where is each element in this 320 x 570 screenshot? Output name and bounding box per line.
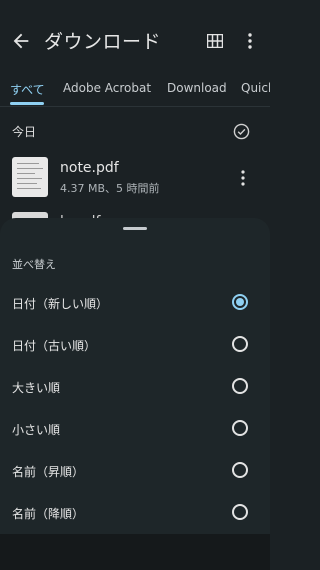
system-nav-bar bbox=[0, 534, 270, 570]
radio-unselected[interactable] bbox=[232, 378, 248, 394]
active-tab-indicator bbox=[10, 102, 44, 105]
sort-option-name-desc[interactable]: 名前（降順） bbox=[0, 493, 270, 533]
sort-option-label: 名前（昇順） bbox=[12, 465, 85, 479]
page-title: ダウンロード bbox=[44, 31, 162, 53]
sheet-title: 並べ替え bbox=[12, 258, 56, 271]
sort-option-date-newest[interactable]: 日付（新しい順） bbox=[0, 283, 270, 323]
radio-unselected[interactable] bbox=[232, 504, 248, 520]
file-meta: 4.37 MB、5 時間前 bbox=[60, 182, 160, 195]
category-tabs: すべて Adobe Acrobat Download Quick bbox=[0, 72, 270, 108]
downloads-screen: ダウンロード すべて Adobe Acrobat Download Quick … bbox=[0, 0, 270, 570]
radio-unselected[interactable] bbox=[232, 336, 248, 352]
sort-option-label: 日付（古い順） bbox=[12, 339, 97, 353]
app-bar: ダウンロード bbox=[0, 0, 270, 80]
radio-selected[interactable] bbox=[232, 294, 248, 310]
tab-adobe-acrobat[interactable]: Adobe Acrobat bbox=[63, 81, 151, 95]
file-name: note.pdf bbox=[60, 160, 119, 176]
grid-view-icon[interactable] bbox=[207, 34, 223, 48]
tabs-divider bbox=[0, 106, 270, 107]
more-vert-icon[interactable] bbox=[238, 170, 248, 186]
sheet-drag-handle[interactable] bbox=[123, 227, 147, 230]
radio-unselected[interactable] bbox=[232, 462, 248, 478]
sort-option-label: 大きい順 bbox=[12, 381, 61, 395]
sort-option-label: 日付（新しい順） bbox=[12, 297, 109, 311]
sort-option-label: 名前（降順） bbox=[12, 507, 85, 521]
file-row[interactable]: note.pdf 4.37 MB、5 時間前 bbox=[0, 152, 270, 204]
tab-quick[interactable]: Quick bbox=[241, 81, 270, 95]
sort-option-name-asc[interactable]: 名前（昇順） bbox=[0, 451, 270, 491]
sort-option-date-oldest[interactable]: 日付（古い順） bbox=[0, 325, 270, 365]
sort-option-largest[interactable]: 大きい順 bbox=[0, 367, 270, 407]
check-circle-icon[interactable] bbox=[233, 123, 250, 140]
more-vert-icon[interactable] bbox=[244, 33, 256, 49]
sort-bottom-sheet: 並べ替え 日付（新しい順） 日付（古い順） 大きい順 小さい順 名前（昇順） 名… bbox=[0, 218, 270, 570]
sort-option-label: 小さい順 bbox=[12, 423, 61, 437]
section-title-today: 今日 bbox=[12, 125, 37, 139]
pdf-thumbnail-icon bbox=[12, 157, 48, 197]
tab-download[interactable]: Download bbox=[167, 81, 227, 95]
sort-option-smallest[interactable]: 小さい順 bbox=[0, 409, 270, 449]
tab-all[interactable]: すべて bbox=[10, 81, 45, 98]
back-arrow-icon[interactable] bbox=[10, 30, 32, 52]
radio-unselected[interactable] bbox=[232, 420, 248, 436]
